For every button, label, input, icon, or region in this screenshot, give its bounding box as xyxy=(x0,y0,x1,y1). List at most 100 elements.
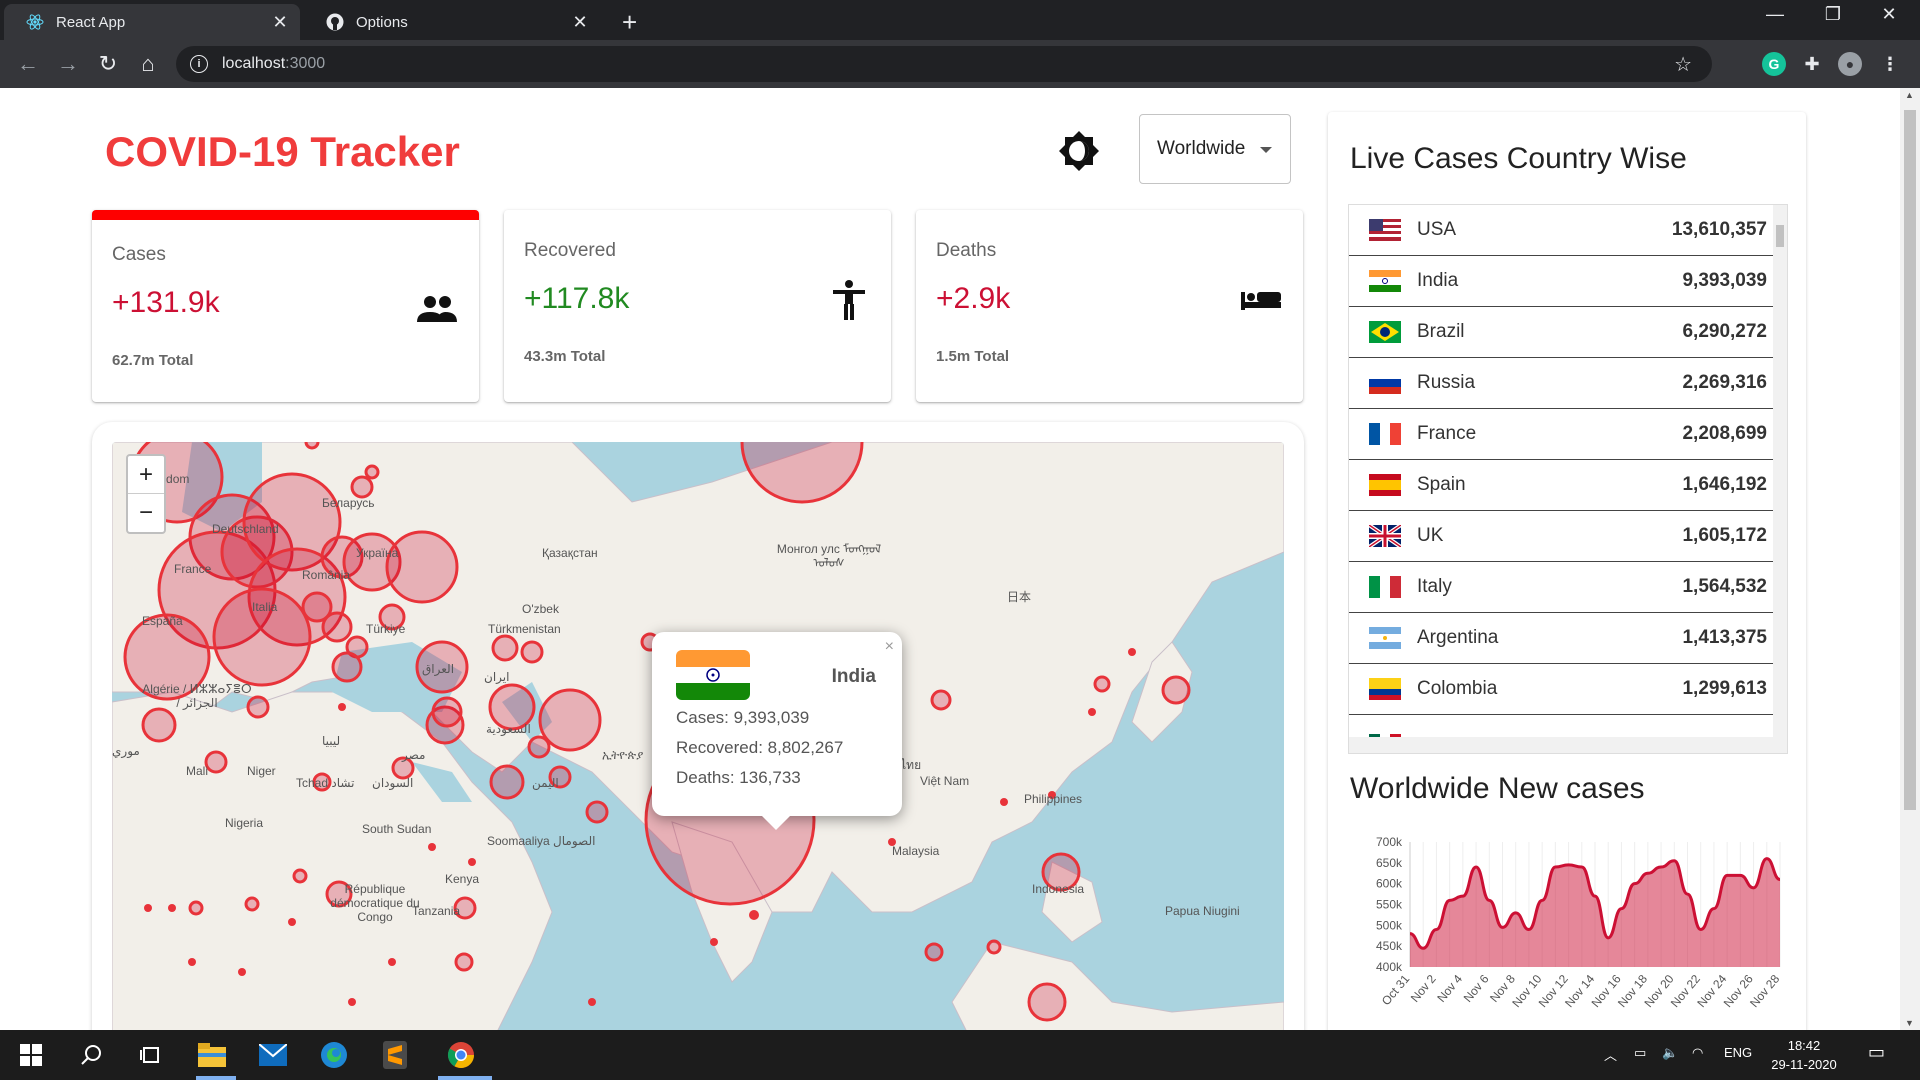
search-icon[interactable] xyxy=(76,1040,106,1070)
ru-flag-icon xyxy=(1369,372,1401,394)
notifications-icon[interactable]: ▭ xyxy=(1868,1042,1885,1063)
map-place-label: Mali xyxy=(186,764,209,778)
new-tab-button[interactable]: + xyxy=(622,7,637,38)
country-name: Colombia xyxy=(1417,678,1498,699)
zoom-out-button[interactable]: − xyxy=(128,494,164,532)
chrome-icon[interactable] xyxy=(446,1040,476,1070)
back-icon[interactable]: ← xyxy=(14,50,42,78)
country-cases: 1,605,172 xyxy=(1682,525,1767,546)
in-flag-icon xyxy=(676,650,750,700)
volume-icon[interactable]: 🔈 xyxy=(1662,1045,1678,1061)
task-view-icon[interactable] xyxy=(136,1040,166,1070)
country-dropdown[interactable]: Worldwide xyxy=(1139,114,1291,184)
chart-y-tick-label: 450k xyxy=(1376,939,1403,953)
bookmark-star-icon[interactable]: ☆ xyxy=(1674,52,1692,77)
fr-flag-icon xyxy=(1369,423,1401,445)
sidebar: Live Cases Country Wise USA 13,610,357 Ind… xyxy=(1328,112,1806,1030)
restore-icon[interactable]: ❐ xyxy=(1810,4,1856,25)
file-explorer-icon[interactable] xyxy=(197,1040,227,1070)
map-place-label: ایران xyxy=(484,670,510,684)
profile-avatar[interactable]: ● xyxy=(1838,52,1862,76)
infobox-total: 1.5m Total xyxy=(936,348,1010,365)
map-place-label: Malaysia xyxy=(892,844,940,858)
close-tab-icon[interactable]: ✕ xyxy=(570,12,590,33)
brightness-icon[interactable] xyxy=(1058,130,1100,172)
clock-time: 18:42 xyxy=(1787,1038,1821,1053)
zoom-in-button[interactable]: + xyxy=(128,456,164,494)
map-place-label: Niger xyxy=(247,764,276,778)
windows-start-icon[interactable] xyxy=(16,1040,46,1070)
close-window-icon[interactable]: ✕ xyxy=(1866,4,1912,25)
page-scrollbar[interactable]: ▲ ▼ xyxy=(1900,88,1920,1030)
close-icon[interactable]: × xyxy=(885,638,894,656)
infobox-label: Deaths xyxy=(936,240,997,261)
world-map[interactable]: KingdomDeutschlandFranceEspañaItaliaRomâ… xyxy=(112,442,1284,1030)
infobox-cases[interactable]: Cases +131.9k 62.7m Total xyxy=(92,210,479,402)
minimize-icon[interactable]: — xyxy=(1752,4,1798,25)
infobox-total: 62.7m Total xyxy=(112,352,194,369)
country-cases: 2,208,699 xyxy=(1682,423,1767,444)
country-cases: 13,610,357 xyxy=(1671,219,1767,240)
new-cases-chart: 700k650k600k550k500k450k400kOct 31Nov 2N… xyxy=(1376,835,1783,1010)
map-place-label: South Sudan xyxy=(362,822,432,836)
country-name: Russia xyxy=(1417,372,1476,393)
forward-icon[interactable]: → xyxy=(54,50,82,78)
popup-cases: Cases: 9,393,039 xyxy=(676,708,810,727)
tab-title: React App xyxy=(56,13,126,31)
close-tab-icon[interactable]: ✕ xyxy=(270,12,290,33)
table-row: Brazil 6,290,272 xyxy=(1349,307,1775,358)
chart-y-tick-label: 500k xyxy=(1376,918,1403,932)
sublime-text-icon[interactable] xyxy=(380,1040,410,1070)
es-flag-icon xyxy=(1369,474,1401,496)
map-place-label: Türkiye xyxy=(366,622,406,636)
infobox-deaths[interactable]: Deaths +2.9k 1.5m Total xyxy=(916,210,1303,402)
infobox-recovered[interactable]: Recovered +117.8k 43.3m Total xyxy=(504,210,891,402)
grammarly-icon[interactable]: G xyxy=(1762,52,1786,76)
chevron-up-icon[interactable]: ︿ xyxy=(1604,1045,1617,1064)
table-row: UK 1,605,172 xyxy=(1349,511,1775,562)
country-name: Brazil xyxy=(1417,321,1465,342)
table-scrollbar-horizontal[interactable] xyxy=(1349,737,1787,753)
active-indicator xyxy=(196,1076,236,1080)
chart-x-tick-label: Nov 4 xyxy=(1434,972,1465,1005)
site-info-icon[interactable]: i xyxy=(190,55,208,73)
address-bar[interactable]: i localhost:3000 ☆ xyxy=(176,46,1712,82)
home-icon[interactable]: ⌂ xyxy=(134,50,162,78)
scroll-up-icon[interactable]: ▲ xyxy=(1905,90,1914,100)
popup-country-name: India xyxy=(831,666,876,687)
system-clock[interactable]: 18:42 29-11-2020 xyxy=(1764,1036,1844,1074)
table-scrollbar-vertical[interactable] xyxy=(1773,205,1787,739)
gb-flag-icon xyxy=(1369,525,1401,547)
infobox-value: +131.9k xyxy=(112,286,220,319)
tab-options[interactable]: Options ✕ xyxy=(304,4,600,40)
map-place-label: Беларусь xyxy=(322,496,375,510)
edge-icon[interactable] xyxy=(319,1040,349,1070)
chart-x-tick-label: Oct 31 xyxy=(1379,972,1413,1008)
scroll-down-icon[interactable]: ▼ xyxy=(1905,1018,1914,1028)
country-name: France xyxy=(1417,423,1477,444)
react-icon xyxy=(26,13,44,31)
url-host: localhost xyxy=(222,55,286,72)
map-place-label: ኢትዮጵያ xyxy=(602,748,644,762)
chart-y-tick-label: 550k xyxy=(1376,898,1403,912)
hotel-bed-icon xyxy=(1239,278,1283,322)
language-indicator[interactable]: ENG xyxy=(1724,1045,1752,1060)
mail-icon[interactable] xyxy=(258,1040,288,1070)
table-row: France 2,208,699 xyxy=(1349,409,1775,460)
extensions-icon[interactable]: ✚ xyxy=(1800,52,1824,76)
reload-icon[interactable]: ↻ xyxy=(94,50,122,78)
country-table[interactable]: USA 13,610,357 India 9,393,039 Brazil 6,290,2… xyxy=(1348,204,1788,754)
battery-icon[interactable]: ▭ xyxy=(1634,1045,1646,1061)
tab-react-app[interactable]: React App ✕ xyxy=(4,4,300,40)
map-place-label: اليمن xyxy=(532,776,559,790)
map-place-label: Papua Niugini xyxy=(1165,904,1240,918)
table-row: Argentina 1,413,375 xyxy=(1349,613,1775,664)
wifi-icon[interactable]: ◠ xyxy=(1692,1045,1703,1061)
tab-title: Options xyxy=(356,13,408,31)
menu-kebab-icon[interactable]: ⋮ xyxy=(1878,52,1902,76)
scrollbar-thumb[interactable] xyxy=(1904,110,1916,810)
infobox-total: 43.3m Total xyxy=(524,348,606,365)
browser-tab-strip: React App ✕ Options ✕ + — ❐ ✕ xyxy=(0,0,1920,40)
in-flag-icon xyxy=(1369,270,1401,292)
accessibility-icon xyxy=(827,278,871,322)
